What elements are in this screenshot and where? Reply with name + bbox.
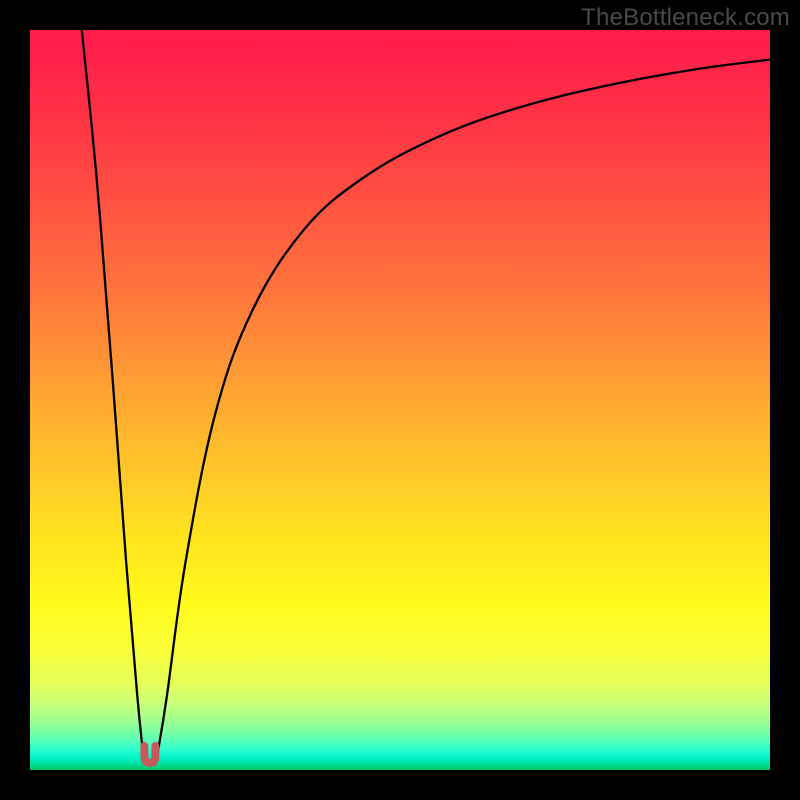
curve-right [157, 60, 770, 756]
curves-layer [30, 30, 770, 770]
attribution-label: TheBottleneck.com [581, 4, 790, 32]
curve-left [82, 30, 143, 755]
chart-lines [82, 30, 770, 763]
chart-frame: TheBottleneck.com [0, 0, 800, 800]
trough-marker [144, 746, 155, 763]
plot-area [30, 30, 770, 770]
